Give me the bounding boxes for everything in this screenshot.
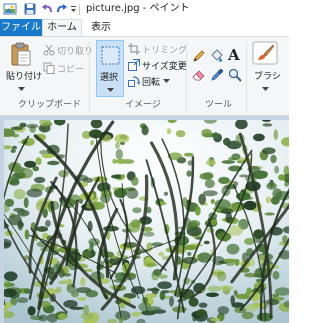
copy-label: コピー	[57, 64, 85, 75]
tab-view[interactable]: 表示	[84, 19, 118, 36]
ribbon-tab-row: ファイル ホーム 表示	[0, 19, 289, 36]
customize-dropdown-icon[interactable]	[69, 2, 78, 16]
magnifier-icon[interactable]	[228, 68, 242, 85]
window-title: picture.jpg - ペイント	[86, 3, 190, 14]
brushes-dropdown-icon[interactable]	[262, 84, 269, 95]
canvas-area[interactable]	[0, 116, 289, 323]
select-button[interactable]: 選択	[96, 40, 124, 97]
rotate-label: 回転	[142, 77, 161, 88]
crop-label: トリミング	[142, 45, 188, 56]
crop-button[interactable]: トリミング	[128, 41, 187, 57]
copy-icon	[43, 62, 55, 74]
resize-label: サイズ変更	[142, 61, 187, 72]
tree-photo	[4, 120, 289, 323]
copy-button[interactable]: コピー	[43, 60, 84, 76]
select-icon	[101, 46, 120, 68]
group-separator	[246, 41, 247, 113]
paste-icon[interactable]	[10, 42, 32, 69]
paste-dropdown-icon[interactable]	[18, 84, 25, 95]
select-label: 選択	[100, 73, 119, 83]
tab-file[interactable]: ファイル	[0, 19, 42, 36]
title-separator	[79, 4, 80, 15]
eraser-icon[interactable]	[192, 68, 206, 85]
group-separator	[186, 41, 187, 113]
clipboard-group-label: クリップボード	[18, 100, 82, 110]
rotate-button[interactable]: 回転	[128, 73, 172, 89]
group-separator	[89, 41, 90, 113]
select-dropdown-icon	[107, 85, 114, 96]
tools-group-label: ツール	[205, 100, 233, 110]
undo-icon[interactable]	[40, 2, 54, 16]
paint-app-icon[interactable]	[3, 2, 17, 16]
save-icon[interactable]	[23, 2, 37, 16]
pencil-icon[interactable]	[192, 49, 206, 66]
resize-icon	[128, 59, 140, 71]
fill-icon[interactable]	[210, 49, 224, 66]
cut-label: 切り取り	[57, 46, 94, 57]
rotate-dropdown-icon	[163, 78, 171, 83]
resize-button[interactable]: サイズ変更	[128, 57, 187, 73]
brush-icon[interactable]	[252, 41, 278, 68]
redo-icon[interactable]	[55, 2, 69, 16]
crop-icon	[128, 43, 140, 55]
color-picker-icon[interactable]	[210, 68, 224, 85]
scissors-icon	[43, 44, 55, 56]
tab-home[interactable]: ホーム	[42, 19, 82, 36]
brushes-button[interactable]: ブラシ	[254, 69, 281, 82]
ribbon: 貼り付け 切り取り コピー クリップボード 選択 トリミング サイズ変更 回転 …	[0, 36, 289, 116]
title-bar: picture.jpg - ペイント	[0, 0, 289, 19]
rotate-icon	[128, 76, 140, 87]
image-group-label: イメージ	[125, 100, 161, 110]
paste-button[interactable]: 貼り付け	[6, 69, 42, 82]
canvas-image[interactable]	[4, 120, 289, 323]
text-icon[interactable]: A	[228, 46, 240, 64]
cut-button[interactable]: 切り取り	[43, 42, 93, 58]
